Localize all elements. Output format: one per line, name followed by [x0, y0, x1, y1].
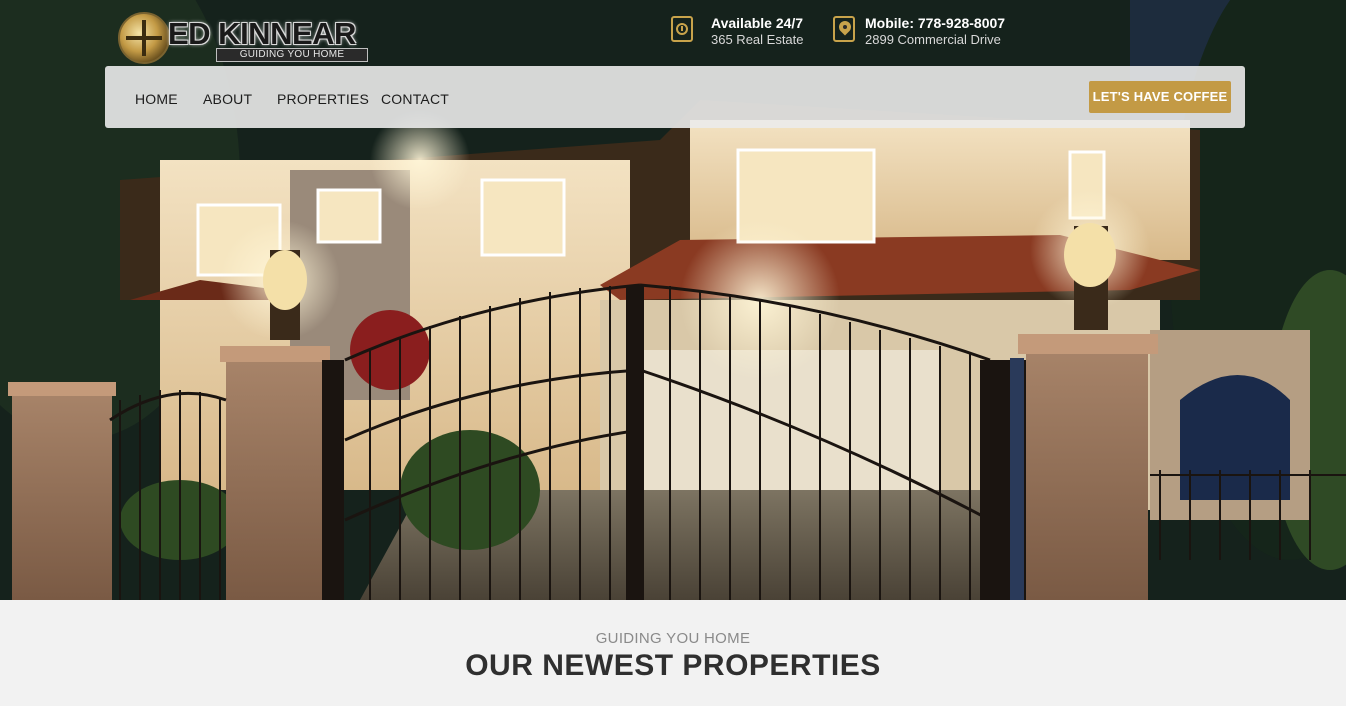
newest-properties-section: GUIDING YOU HOME OUR NEWEST PROPERTIES	[0, 600, 1346, 706]
availability-subtitle: 365 Real Estate	[711, 32, 804, 47]
location-info: Mobile: 778-928-8007 2899 Commercial Dri…	[833, 14, 1023, 47]
availability-info: Available 24/7 365 Real Estate	[671, 14, 821, 47]
map-pin-icon	[833, 16, 855, 42]
availability-title: Available 24/7	[711, 15, 804, 31]
lets-have-coffee-button[interactable]: LET'S HAVE COFFEE	[1089, 81, 1231, 113]
main-navbar: HOME ABOUT PROPERTIES CONTACT LET'S HAVE…	[105, 66, 1245, 128]
brand-tagline: GUIDING YOU HOME	[216, 48, 368, 62]
brand-logo[interactable]: ED KINNEAR GUIDING YOU HOME	[118, 12, 372, 64]
mobile-number[interactable]: Mobile: 778-928-8007	[865, 15, 1005, 31]
brand-name: ED KINNEAR	[168, 16, 356, 51]
section-title: OUR NEWEST PROPERTIES	[465, 649, 881, 682]
nav-about[interactable]: ABOUT	[203, 91, 252, 107]
address: 2899 Commercial Drive	[865, 32, 1001, 47]
section-eyebrow: GUIDING YOU HOME	[595, 630, 751, 647]
compass-icon	[118, 12, 170, 64]
nav-home[interactable]: HOME	[135, 91, 178, 107]
nav-properties[interactable]: PROPERTIES	[277, 91, 369, 107]
nav-contact[interactable]: CONTACT	[381, 91, 449, 107]
clock-icon	[671, 16, 693, 42]
